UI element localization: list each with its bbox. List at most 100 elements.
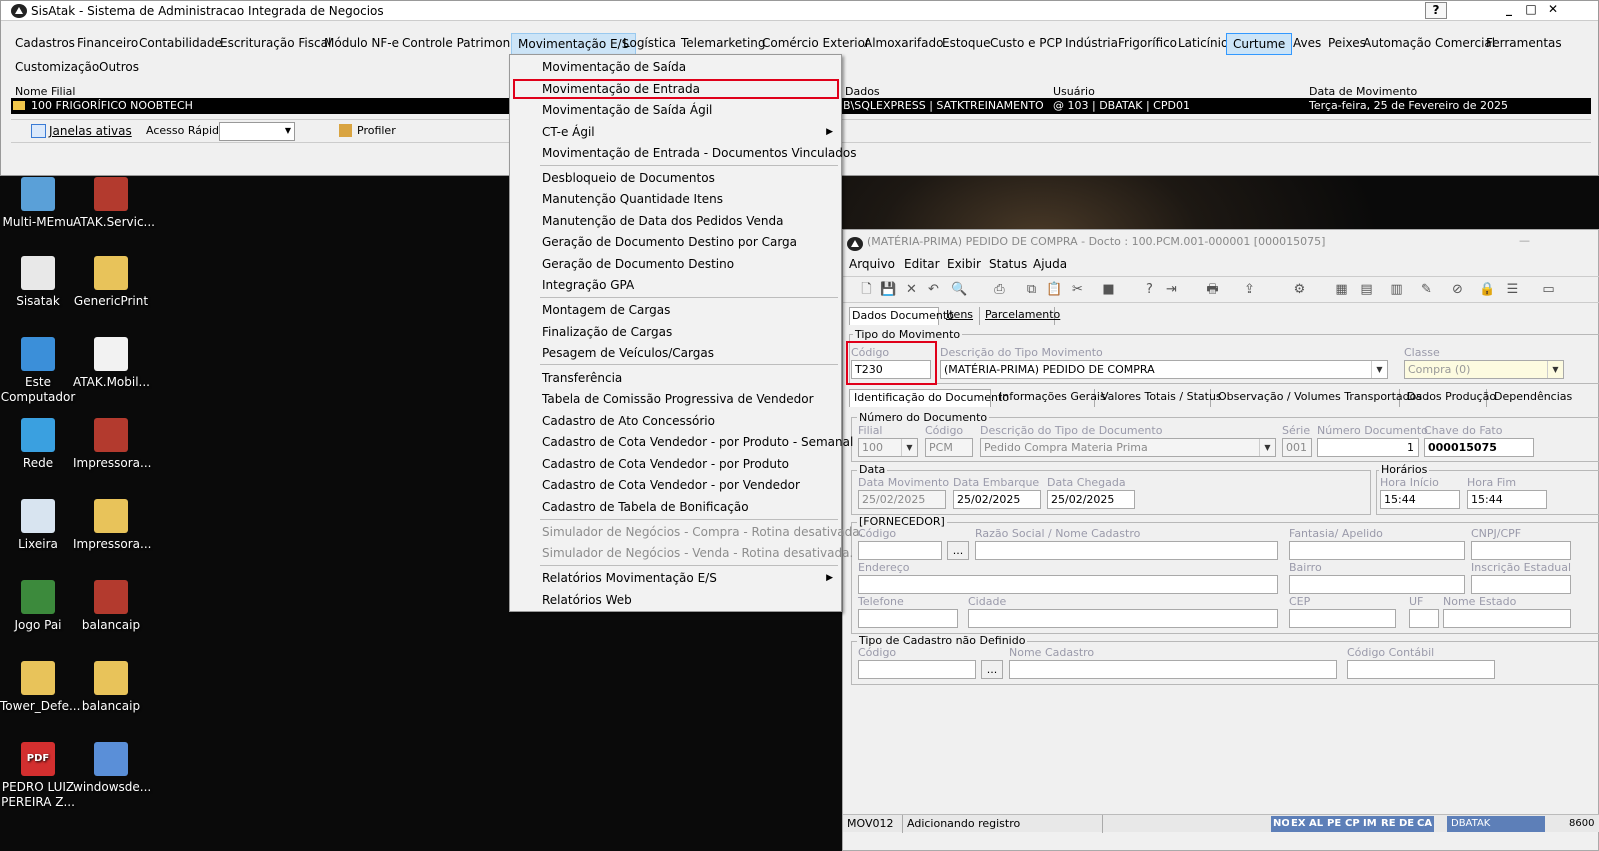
menu-item-24[interactable]: Relatórios Web	[542, 590, 632, 610]
desc-tipo-select[interactable]: (MATÉRIA-PRIMA) PEDIDO DE COMPRA ▼	[940, 360, 1388, 379]
doc-menu-editar[interactable]: Editar	[904, 257, 940, 271]
desktop-icon-11[interactable]: balancaip	[73, 580, 149, 633]
classe-select[interactable]: Compra (0) ▼	[1404, 360, 1564, 379]
desktop-icon-7[interactable]: Impressora...	[73, 418, 151, 471]
desktop-icon-9[interactable]: Impressora...	[73, 499, 151, 552]
menu-item-17[interactable]: Cadastro de Cota Vendedor - por Produto …	[542, 432, 853, 452]
menu-item-6[interactable]: Manutenção Quantidade Itens	[542, 189, 723, 209]
desktop-icon-15[interactable]: windowsde...	[73, 742, 151, 795]
menu-item-5[interactable]: Desbloqueio de Documentos	[542, 168, 715, 188]
desktop-icon-6[interactable]: Rede	[0, 418, 76, 471]
menu-outros[interactable]: Outros	[93, 57, 145, 79]
settings-icon[interactable]: ⚙	[1291, 281, 1308, 298]
preview-icon[interactable]: 🔍	[951, 281, 968, 298]
janelas-ativas-button[interactable]: Janelas ativas	[49, 124, 132, 138]
desktop-icon-0[interactable]: Multi-MEmu	[0, 177, 76, 230]
screen-icon[interactable]: ▭	[1540, 281, 1557, 298]
serie-field[interactable]: 001	[1282, 438, 1312, 457]
doc-menu-ajuda[interactable]: Ajuda	[1033, 257, 1067, 271]
fantasia-field[interactable]	[1289, 541, 1465, 560]
menu-item-15[interactable]: Tabela de Comissão Progressiva de Vended…	[542, 389, 814, 409]
print-icon[interactable]: ⎙	[991, 281, 1008, 298]
desc-doc-select[interactable]: Pedido Compra Materia Prima ▼	[980, 438, 1276, 457]
cod-doc-field[interactable]: PCM	[925, 438, 973, 457]
maximize-button[interactable]: □	[1520, 2, 1542, 19]
hora-ini-field[interactable]: 15:44	[1380, 490, 1460, 509]
cad-codigo-field[interactable]	[858, 660, 976, 679]
desktop-icon-13[interactable]: balancaip	[73, 661, 149, 714]
ie-field[interactable]	[1471, 575, 1571, 594]
bairro-field[interactable]	[1289, 575, 1465, 594]
stop-icon[interactable]: ■	[1100, 281, 1117, 298]
menu-item-14[interactable]: Transferência	[542, 368, 622, 388]
menu-item-19[interactable]: Cadastro de Cota Vendedor - por Vendedor	[542, 475, 800, 495]
contabil-field[interactable]	[1347, 660, 1495, 679]
menu-item-23[interactable]: Relatórios Movimentação E/S	[542, 568, 717, 588]
cancel-icon[interactable]: ⊘	[1449, 281, 1466, 298]
print2-icon[interactable]: 🖶	[1204, 281, 1221, 298]
subtab-2[interactable]: Valores Totais / Status	[1097, 389, 1222, 407]
doc-icon[interactable]: ▤	[1358, 281, 1375, 298]
forn-search-button[interactable]: ...	[947, 541, 969, 560]
filial-select[interactable]: 100 ▼	[858, 438, 918, 457]
desktop-icon-10[interactable]: Jogo Pai	[0, 580, 76, 633]
desktop-icon-4[interactable]: Este Computador	[0, 337, 76, 405]
menu-item-16[interactable]: Cadastro de Ato Concessório	[542, 411, 715, 431]
doc-menu-exibir[interactable]: Exibir	[947, 257, 981, 271]
desktop-icon-5[interactable]: ATAK.Mobil...	[73, 337, 150, 390]
data-mov-field[interactable]: 25/02/2025	[858, 490, 946, 509]
copy-icon[interactable]: ⧉	[1023, 281, 1040, 298]
tab-1[interactable]: Itens	[944, 307, 980, 325]
menu-custo-e-pcp[interactable]: Custo e PCP	[984, 33, 1068, 55]
menu-ferramentas[interactable]: Ferramentas	[1480, 33, 1568, 55]
cep-field[interactable]	[1289, 609, 1396, 628]
minimize-button[interactable]: _	[1498, 2, 1520, 19]
menu-curtume[interactable]: Curtume	[1226, 33, 1293, 55]
cidade-field[interactable]	[968, 609, 1278, 628]
desktop-icon-12[interactable]: Tower_Defe...	[0, 661, 80, 714]
menu-item-8[interactable]: Geração de Documento Destino por Carga	[542, 232, 797, 252]
desktop-icon-3[interactable]: GenericPrint	[73, 256, 149, 309]
menu-item-2[interactable]: Movimentação de Saída Ágil	[542, 100, 712, 120]
edit-icon[interactable]: ✎	[1418, 281, 1435, 298]
doc-menu-status[interactable]: Status	[989, 257, 1027, 271]
exit-icon[interactable]: ⇥	[1163, 281, 1180, 298]
desktop-icon-8[interactable]: Lixeira	[0, 499, 76, 552]
lock-icon[interactable]: 🔒	[1479, 281, 1496, 298]
tab-0[interactable]: Dados Documento	[849, 307, 954, 325]
data-che-field[interactable]: 25/02/2025	[1047, 490, 1135, 509]
estado-field[interactable]	[1443, 609, 1571, 628]
num-doc-field[interactable]: 1	[1317, 438, 1419, 457]
menu-item-18[interactable]: Cadastro de Cota Vendedor - por Produto	[542, 454, 789, 474]
menu-latic-nio[interactable]: Laticínio	[1172, 33, 1234, 55]
close-button[interactable]: ✕	[1542, 2, 1564, 19]
cad-search-button[interactable]: ...	[981, 660, 1003, 679]
new-icon[interactable]: 🗋	[858, 281, 875, 298]
subtab-0[interactable]: Identificação do Documento	[849, 389, 1009, 407]
list-icon[interactable]: ☰	[1504, 281, 1521, 298]
menu-item-9[interactable]: Geração de Documento Destino	[542, 254, 734, 274]
menu-item-4[interactable]: Movimentação de Entrada - Documentos Vin…	[542, 143, 856, 163]
hora-fim-field[interactable]: 15:44	[1467, 490, 1547, 509]
help-button[interactable]: ?	[1425, 2, 1447, 19]
forn-codigo-field[interactable]	[858, 541, 942, 560]
acesso-rapido-select[interactable]: ▼	[219, 122, 295, 141]
menu-item-11[interactable]: Montagem de Cargas	[542, 300, 670, 320]
menu-item-3[interactable]: CT-e Ágil	[542, 122, 595, 142]
data-emb-field[interactable]: 25/02/2025	[953, 490, 1041, 509]
delete-icon[interactable]: ✕	[903, 281, 920, 298]
menu-log-stica[interactable]: Logística	[617, 33, 682, 55]
help-icon[interactable]: ?	[1141, 281, 1158, 298]
menu-item-12[interactable]: Finalização de Cargas	[542, 322, 672, 342]
telefone-field[interactable]	[858, 609, 958, 628]
paste-icon[interactable]: 📋	[1046, 281, 1063, 298]
undo-icon[interactable]: ↶	[925, 281, 942, 298]
subtab-4[interactable]: Dados Produção	[1403, 389, 1496, 407]
subtab-3[interactable]: Observação / Volumes Transportados	[1214, 389, 1422, 407]
profiler-button[interactable]: Profiler	[357, 124, 396, 137]
uf-field[interactable]	[1409, 609, 1439, 628]
subtab-5[interactable]: Dependências	[1490, 389, 1599, 407]
doc-menu-arquivo[interactable]: Arquivo	[849, 257, 895, 271]
doc-minimize-button[interactable]: —	[1519, 234, 1530, 247]
menu-m-dulo-nf-e[interactable]: Módulo NF-e	[318, 33, 405, 55]
